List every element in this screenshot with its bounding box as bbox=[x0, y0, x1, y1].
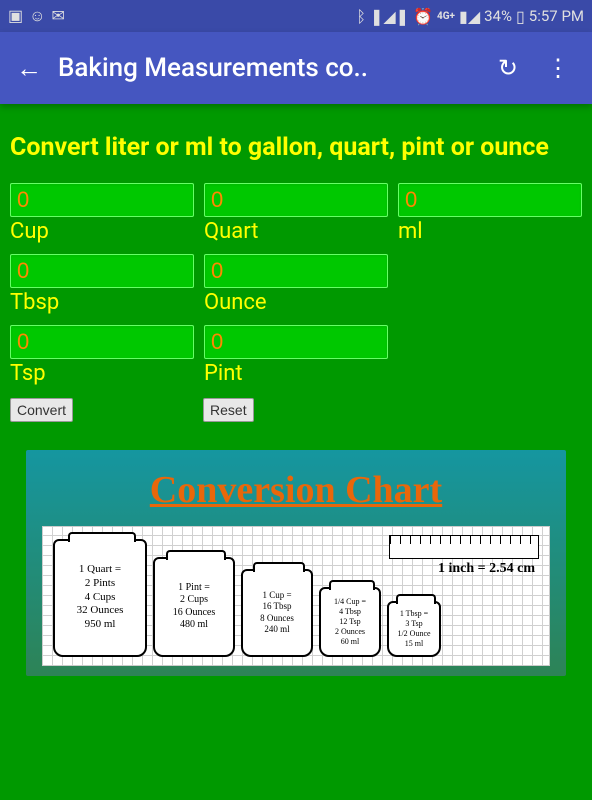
tbsp-input[interactable] bbox=[10, 254, 194, 288]
jar-quarter-cup: 1/4 Cup = 4 Tbsp 12 Tsp 2 Ounces 60 ml bbox=[319, 587, 381, 657]
ruler-label: 1 inch = 2.54 cm bbox=[438, 561, 535, 577]
chart-title: Conversion Chart bbox=[42, 468, 550, 512]
cup-input[interactable] bbox=[10, 183, 194, 217]
account-icon: ☺ bbox=[29, 6, 45, 26]
pint-label: Pint bbox=[204, 361, 388, 386]
tsp-label: Tsp bbox=[10, 361, 194, 386]
quart-input[interactable] bbox=[204, 183, 388, 217]
jar-pint: 1 Pint = 2 Cups 16 Ounces 480 ml bbox=[153, 557, 235, 657]
jar-strip: 1 inch = 2.54 cm 1 Quart = 2 Pints 4 Cup… bbox=[42, 526, 550, 666]
more-button[interactable]: ⋮ bbox=[532, 54, 584, 82]
jar-quart: 1 Quart = 2 Pints 4 Cups 32 Ounces 950 m… bbox=[53, 539, 147, 657]
app-title: Baking Measurements co.. bbox=[58, 53, 484, 83]
mail-icon: ✉ bbox=[51, 6, 64, 26]
back-button[interactable]: ← bbox=[8, 45, 58, 92]
convert-button[interactable]: Convert bbox=[10, 398, 73, 422]
battery-icon: ▯ bbox=[516, 7, 525, 26]
image-icon: ▣ bbox=[8, 6, 23, 26]
clock-text: 5:57 PM bbox=[529, 7, 584, 25]
signal-icon: ▮◢ bbox=[459, 7, 480, 26]
page-heading: Convert liter or ml to gallon, quart, pi… bbox=[10, 104, 582, 183]
tbsp-label: Tbsp bbox=[10, 290, 194, 315]
tsp-input[interactable] bbox=[10, 325, 194, 359]
ml-input[interactable] bbox=[398, 183, 582, 217]
fields-grid: Cup Tbsp Tsp Quart Ounce Pint bbox=[10, 183, 582, 396]
jar-cup: 1 Cup = 16 Tbsp 8 Ounces 240 ml bbox=[241, 569, 313, 657]
bluetooth-icon: ᛒ bbox=[356, 7, 366, 26]
pint-input[interactable] bbox=[204, 325, 388, 359]
reset-button[interactable]: Reset bbox=[203, 398, 254, 422]
ounce-input[interactable] bbox=[204, 254, 388, 288]
chart-card: Conversion Chart 1 inch = 2.54 cm 1 Quar… bbox=[26, 450, 566, 676]
jar-tbsp: 1 Tbsp = 3 Tsp 1/2 Ounce 15 ml bbox=[387, 601, 441, 657]
cup-label: Cup bbox=[10, 219, 194, 244]
vibrate-icon: ❚◢❚ bbox=[370, 7, 409, 26]
refresh-button[interactable]: ↻ bbox=[484, 54, 532, 82]
status-bar: ▣ ☺ ✉ ᛒ ❚◢❚ ⏰ 4G+ ▮◢ 34% ▯ 5:57 PM bbox=[0, 0, 592, 32]
app-bar: ← Baking Measurements co.. ↻ ⋮ bbox=[0, 32, 592, 104]
battery-text: 34% bbox=[484, 7, 512, 25]
ounce-label: Ounce bbox=[204, 290, 388, 315]
ruler-icon bbox=[389, 535, 539, 559]
ml-label: ml bbox=[398, 219, 582, 244]
network-label: 4G+ bbox=[437, 11, 455, 22]
alarm-icon: ⏰ bbox=[413, 7, 433, 26]
quart-label: Quart bbox=[204, 219, 388, 244]
